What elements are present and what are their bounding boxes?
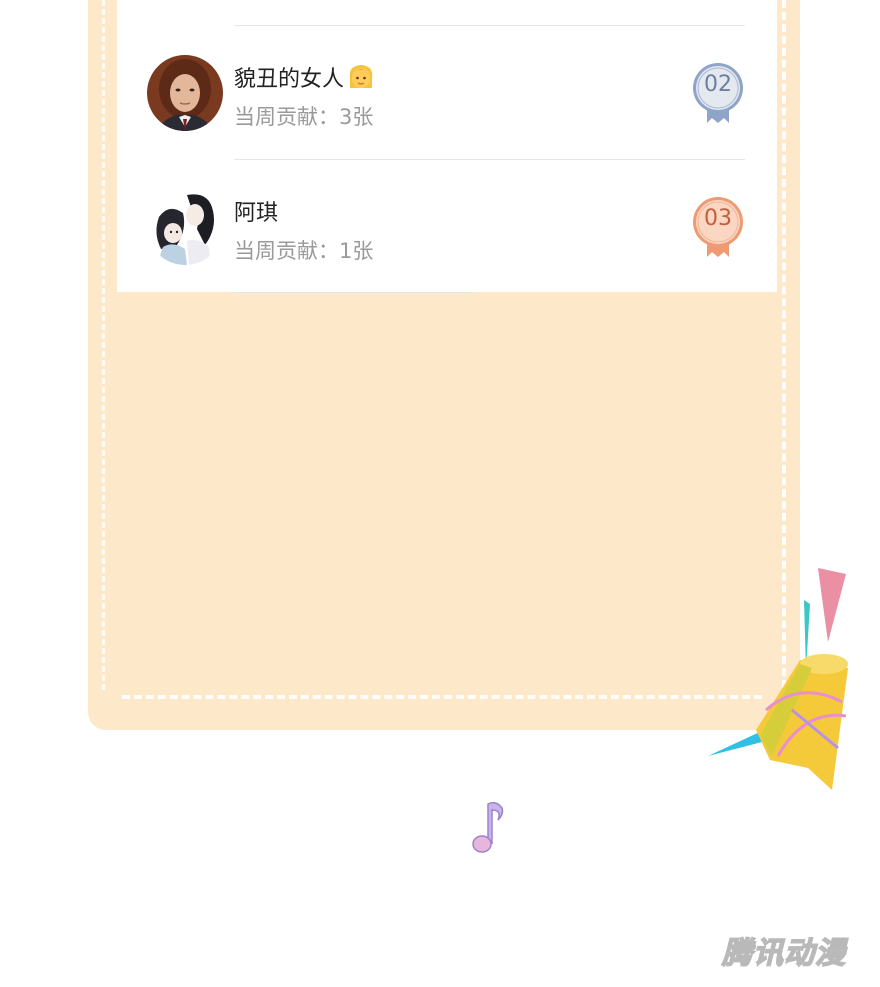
rank-number: 02 [704, 72, 732, 97]
ranking-list: 貌丑的女人 当周贡献：3张 02 阿琪 当周贡献：1张 03 [117, 0, 777, 293]
woman-emoji-icon [346, 62, 376, 96]
avatar[interactable] [147, 189, 223, 265]
music-note-icon [466, 798, 510, 858]
watermark-logo: 腾讯动漫 [721, 935, 846, 972]
rank-medal: 03 [691, 195, 745, 259]
rank-number: 03 [704, 206, 732, 231]
user-name-text: 貌丑的女人 [234, 67, 345, 92]
rank-medal: 02 [691, 61, 745, 125]
card-dashed-border-left [102, 0, 105, 690]
avatar[interactable] [147, 55, 223, 131]
list-item-rank-3[interactable]: 阿琪 当周贡献：1张 03 [117, 159, 777, 293]
user-name: 阿琪 [234, 195, 278, 227]
list-divider [234, 292, 474, 293]
party-popper-icon [700, 560, 860, 800]
user-name-text: 阿琪 [234, 201, 279, 226]
list-item-rank-2[interactable]: 貌丑的女人 当周贡献：3张 02 [117, 25, 777, 159]
card-dashed-border-bottom [122, 695, 762, 699]
weekly-contribution: 当周贡献：3张 [234, 105, 374, 129]
weekly-contribution: 当周贡献：1张 [234, 239, 374, 263]
user-name: 貌丑的女人 [234, 61, 376, 96]
